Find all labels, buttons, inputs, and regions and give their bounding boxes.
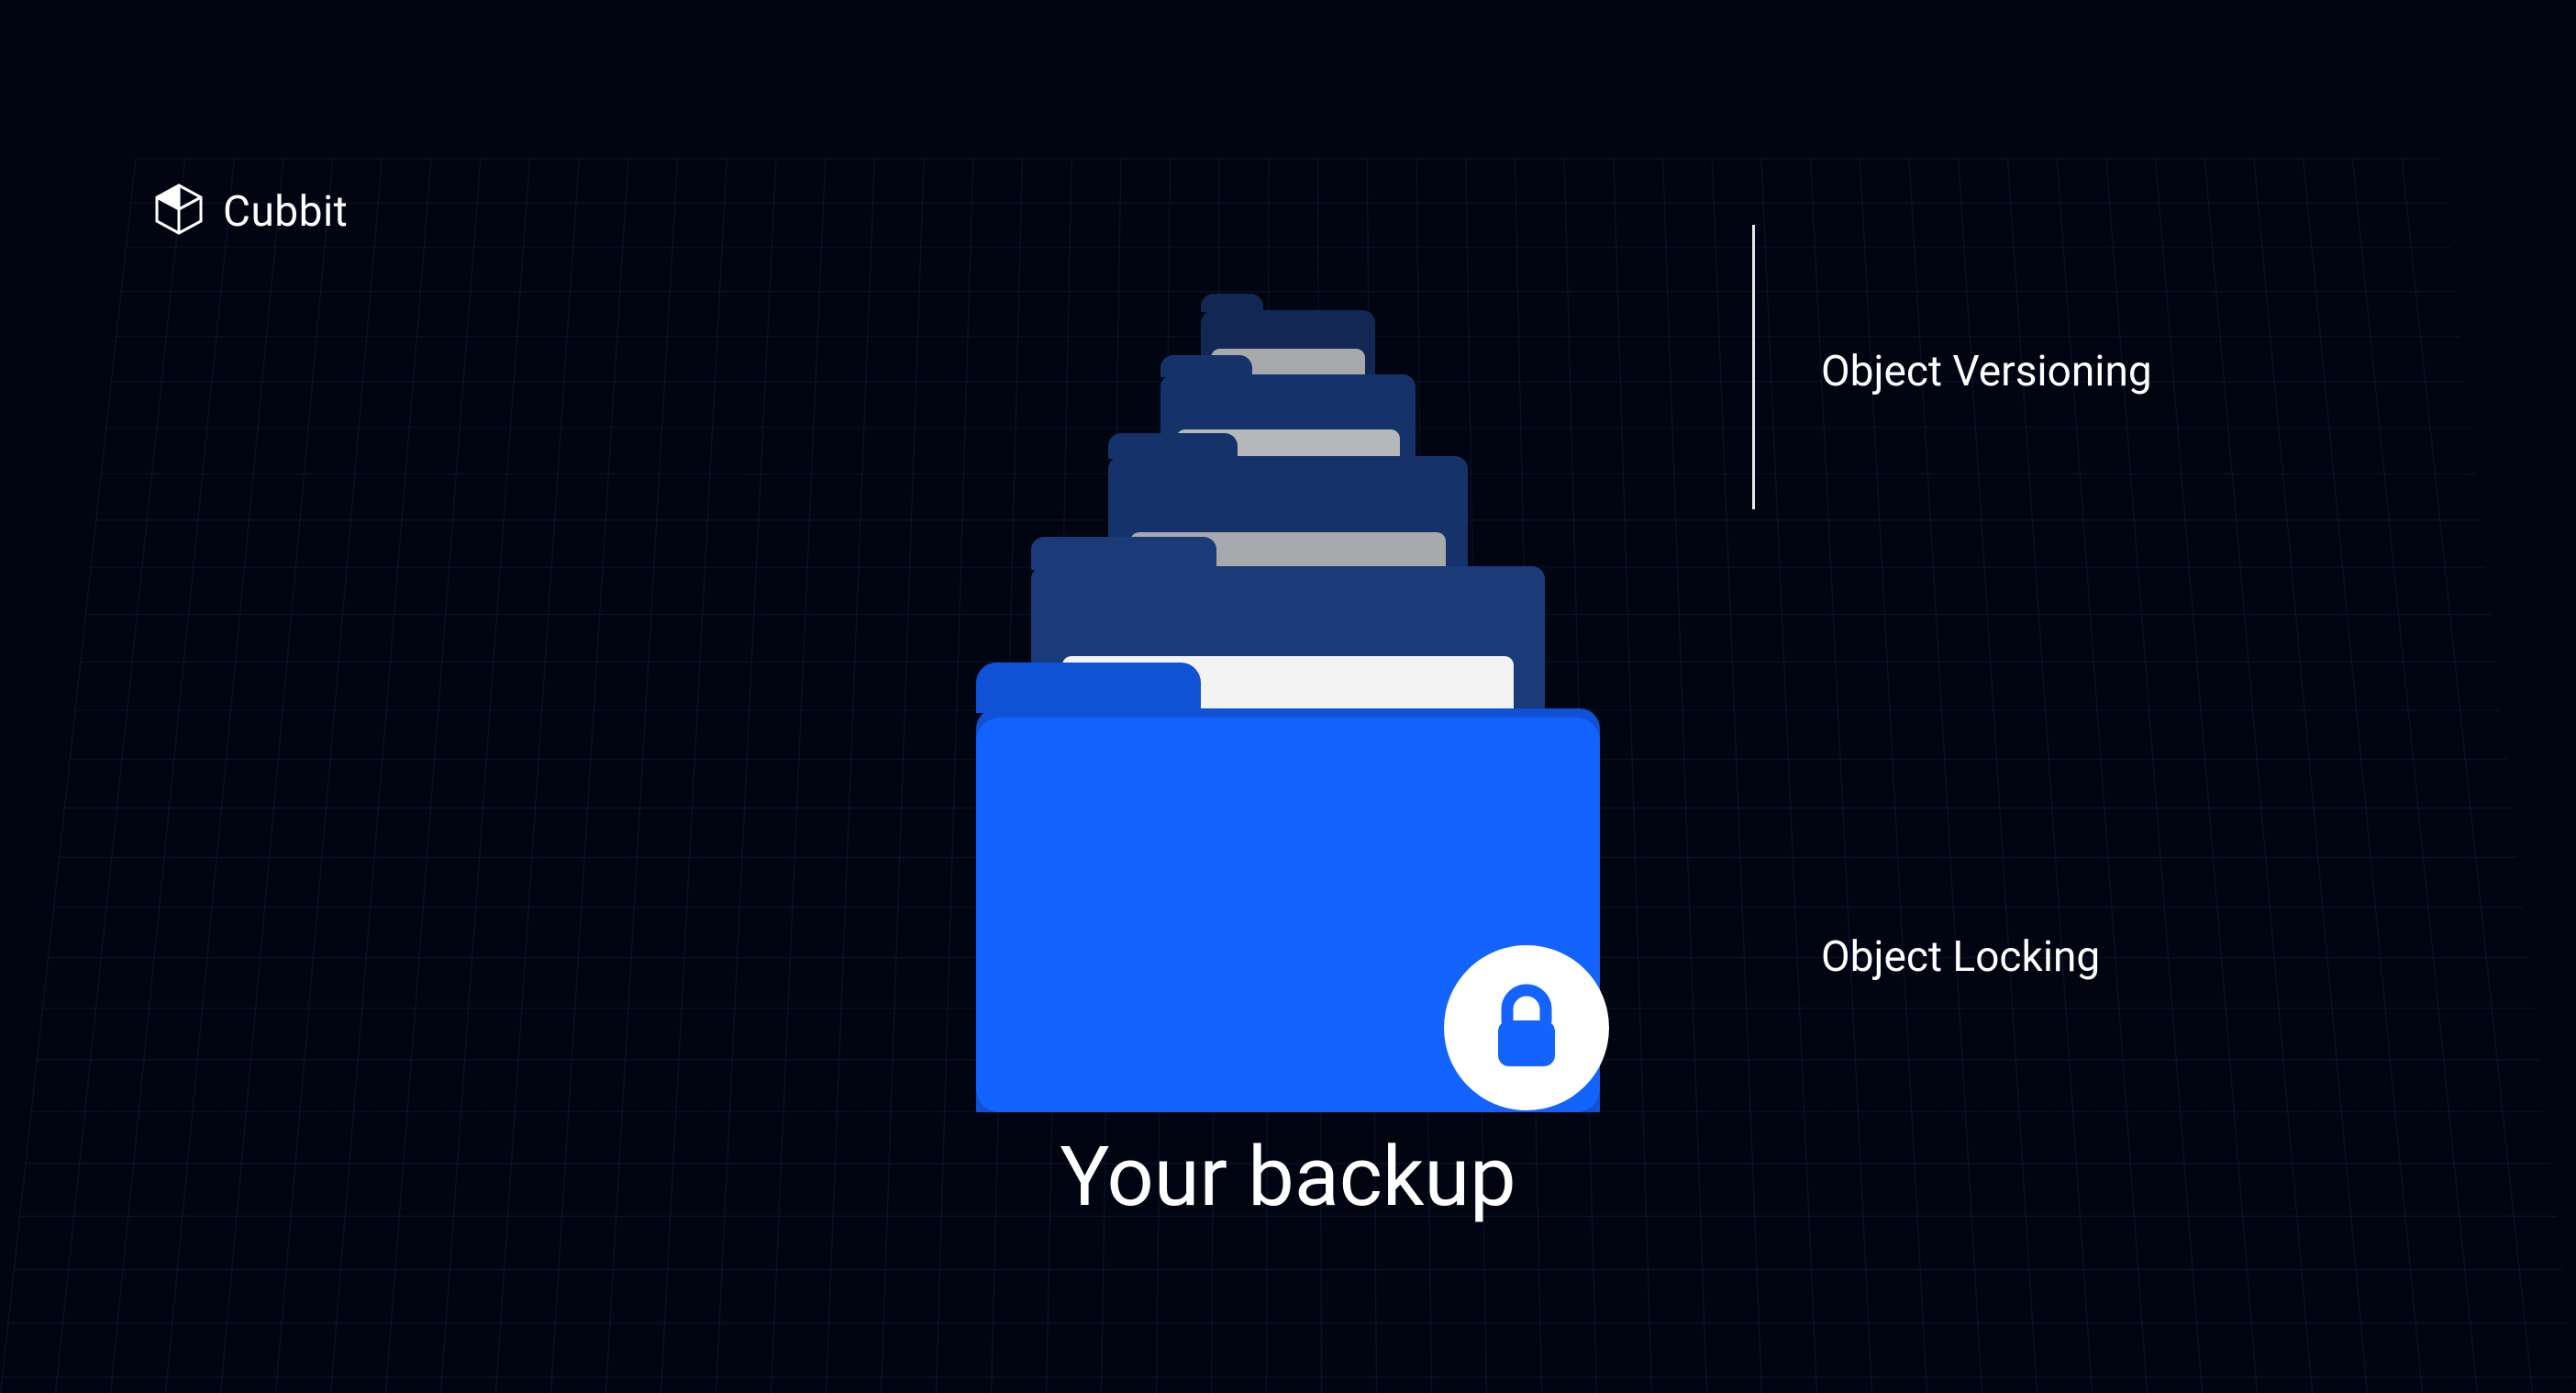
lock-badge bbox=[1444, 945, 1609, 1110]
locking-label: Object Locking bbox=[1821, 932, 2100, 982]
main-caption: Your backup bbox=[1060, 1129, 1516, 1225]
brand-logo: Cubbit bbox=[151, 184, 348, 240]
versioning-label: Object Versioning bbox=[1821, 347, 2152, 396]
brand-name: Cubbit bbox=[223, 187, 348, 237]
folder-stack-illustration bbox=[875, 220, 1701, 1138]
versioning-indicator-line bbox=[1752, 225, 1755, 509]
cubbit-cube-icon bbox=[151, 184, 206, 240]
lock-icon bbox=[1485, 982, 1568, 1074]
